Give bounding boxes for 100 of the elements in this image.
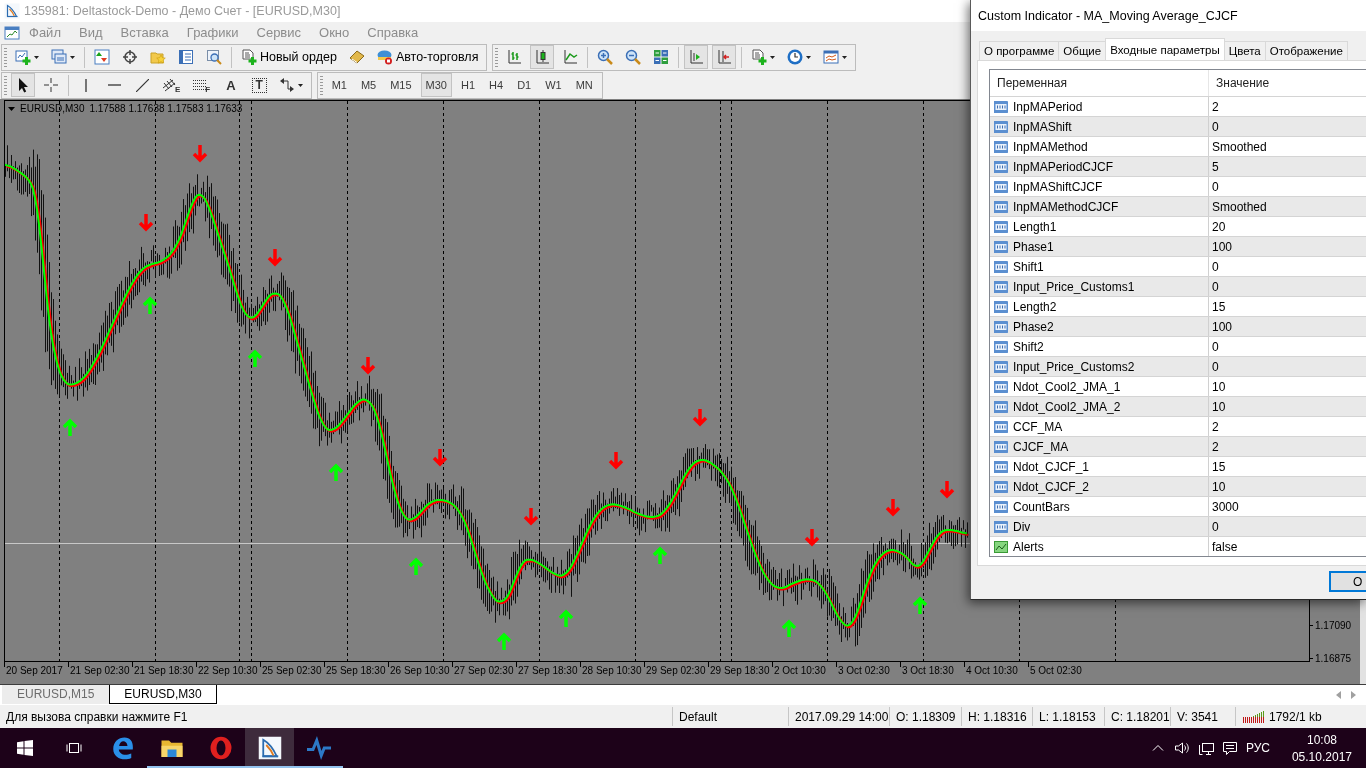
status-time: 2017.09.29 14:00 (795, 709, 889, 724)
period-button[interactable]: MN (570, 73, 598, 97)
speaker-icon[interactable] (1173, 740, 1190, 756)
autoscroll-button[interactable] (684, 45, 709, 69)
parameter-value[interactable]: 10 (1209, 477, 1366, 496)
number-tile-icon (993, 138, 1009, 155)
period-button[interactable]: D1 (512, 73, 537, 97)
parameter-value[interactable]: 2 (1209, 97, 1366, 116)
dialog-tab[interactable]: Отображение (1264, 41, 1348, 60)
parameter-value[interactable]: 0 (1209, 357, 1366, 376)
parameter-value[interactable]: 15 (1209, 457, 1366, 476)
parameter-value[interactable]: 5 (1209, 157, 1366, 176)
parameter-value[interactable]: 100 (1209, 237, 1366, 256)
cap-stop-icon (376, 49, 393, 65)
dialog-tab[interactable]: Входные параметры (1105, 38, 1225, 60)
dialog-title: Custom Indicator - MA_Moving Average_CJCF (978, 8, 1238, 23)
document-plus-icon (241, 49, 257, 65)
candle-chart-button[interactable] (530, 45, 555, 69)
parameter-name: Ndot_Cool2_JMA_1 (1013, 379, 1121, 394)
document-plus-icon (751, 49, 768, 65)
time-label: 28 Sep 10:30 (580, 662, 644, 676)
status-help-text: Для вызова справки нажмите F1 (6, 709, 188, 724)
dialog-tab[interactable]: Общие (1058, 41, 1107, 60)
parameter-name: Phase2 (1013, 319, 1054, 334)
chart-shift-button[interactable] (712, 45, 737, 69)
price-label: 1.17090 (1310, 619, 1352, 632)
parameter-value[interactable]: 100 (1209, 317, 1366, 336)
number-tile-icon (993, 378, 1009, 395)
time-label: 21 Sep 02:30 (68, 662, 132, 676)
chart-tile-icon (993, 538, 1009, 555)
caret-icon (34, 55, 39, 59)
period-button[interactable]: H4 (484, 73, 509, 97)
price-label: 1.16875 (1310, 652, 1352, 665)
chart-window-icon[interactable] (4, 24, 20, 41)
toolbar-grip[interactable] (4, 75, 7, 95)
toolbar-grip[interactable] (4, 47, 7, 67)
text-label-button[interactable]: T (247, 73, 271, 97)
parameter-value[interactable]: false (1209, 537, 1366, 556)
arrow-shapes-icon (278, 77, 295, 93)
chart-tab[interactable]: EURUSD,M15 (2, 685, 110, 704)
period-button[interactable]: M5 (355, 73, 382, 97)
period-button[interactable]: W1 (540, 73, 567, 97)
new-order-button[interactable]: Новый ордер (237, 45, 341, 69)
parameter-name: CountBars (1013, 499, 1070, 514)
dotted-lines-icon (192, 77, 209, 93)
parameter-value[interactable]: Smoothed (1209, 197, 1366, 216)
parameter-value[interactable]: 0 (1209, 277, 1366, 296)
number-tile-icon (993, 298, 1009, 315)
monitor-icon[interactable] (1197, 740, 1214, 756)
chart-tab[interactable]: EURUSD,M30 (109, 685, 217, 704)
auto-trading-button[interactable]: Авто-торговля (372, 45, 483, 69)
cursor-button[interactable] (11, 73, 35, 97)
toolbar-grip[interactable] (319, 75, 323, 95)
diagonal-line-icon (135, 78, 149, 92)
channel-button[interactable]: E (158, 73, 185, 97)
period-button[interactable]: M15 (385, 73, 417, 97)
dialog-button[interactable]: O (1329, 571, 1366, 592)
parameter-value[interactable]: Smoothed (1209, 137, 1366, 156)
parameter-name: CJCF_MA (1013, 439, 1069, 454)
folder-star-icon (150, 49, 166, 65)
number-tile-icon (993, 438, 1009, 455)
parameter-value[interactable]: 0 (1209, 337, 1366, 356)
scroll-right-icon[interactable] (1351, 691, 1356, 699)
parameter-value[interactable]: 20 (1209, 217, 1366, 236)
caret-icon[interactable] (8, 106, 15, 111)
time-label: 29 Sep 18:30 (708, 662, 772, 676)
time-label: 20 Sep 2017 (4, 662, 68, 676)
parameter-value[interactable]: 10 (1209, 397, 1366, 416)
toolbar-grip[interactable] (495, 47, 499, 67)
scroll-left-icon[interactable] (1336, 691, 1341, 699)
parameter-value[interactable]: 2 (1209, 437, 1366, 456)
dialog-tab[interactable]: Цвета (1223, 41, 1266, 60)
parameter-name: Length1 (1013, 219, 1057, 234)
caret-icon (806, 55, 812, 59)
parameter-value[interactable]: 2 (1209, 417, 1366, 436)
parameter-value[interactable]: 0 (1209, 177, 1366, 196)
speech-bubble-icon[interactable] (1221, 740, 1238, 756)
period-button[interactable]: M1 (326, 73, 352, 97)
parameter-value[interactable]: 0 (1209, 517, 1366, 536)
dialog-tab[interactable]: О программе (979, 41, 1060, 60)
parameter-value[interactable]: 3000 (1209, 497, 1366, 516)
parameter-value[interactable]: 10 (1209, 377, 1366, 396)
taskbar-app[interactable] (245, 728, 294, 768)
parameter-value[interactable]: 15 (1209, 297, 1366, 316)
number-tile-icon (993, 498, 1009, 515)
parameter-value[interactable]: 0 (1209, 117, 1366, 136)
time-label: 3 Oct 18:30 (900, 662, 964, 676)
vertical-line-icon (85, 78, 87, 92)
window-magnifier-icon (206, 49, 222, 65)
book-icon (348, 49, 365, 65)
period-button[interactable]: H1 (456, 73, 481, 97)
language-indicator[interactable]: РУС (1245, 741, 1270, 755)
parameter-value[interactable]: 0 (1209, 257, 1366, 276)
period-button[interactable]: M30 (420, 73, 452, 97)
fibo-button[interactable]: F (188, 73, 215, 97)
time-label: 5 Oct 02:30 (1028, 662, 1092, 676)
parameter-name: Input_Price_Customs2 (1013, 359, 1135, 374)
hatched-lines-icon (162, 77, 178, 93)
number-tile-icon (993, 418, 1009, 435)
text-tool-button[interactable]: A (218, 73, 244, 97)
